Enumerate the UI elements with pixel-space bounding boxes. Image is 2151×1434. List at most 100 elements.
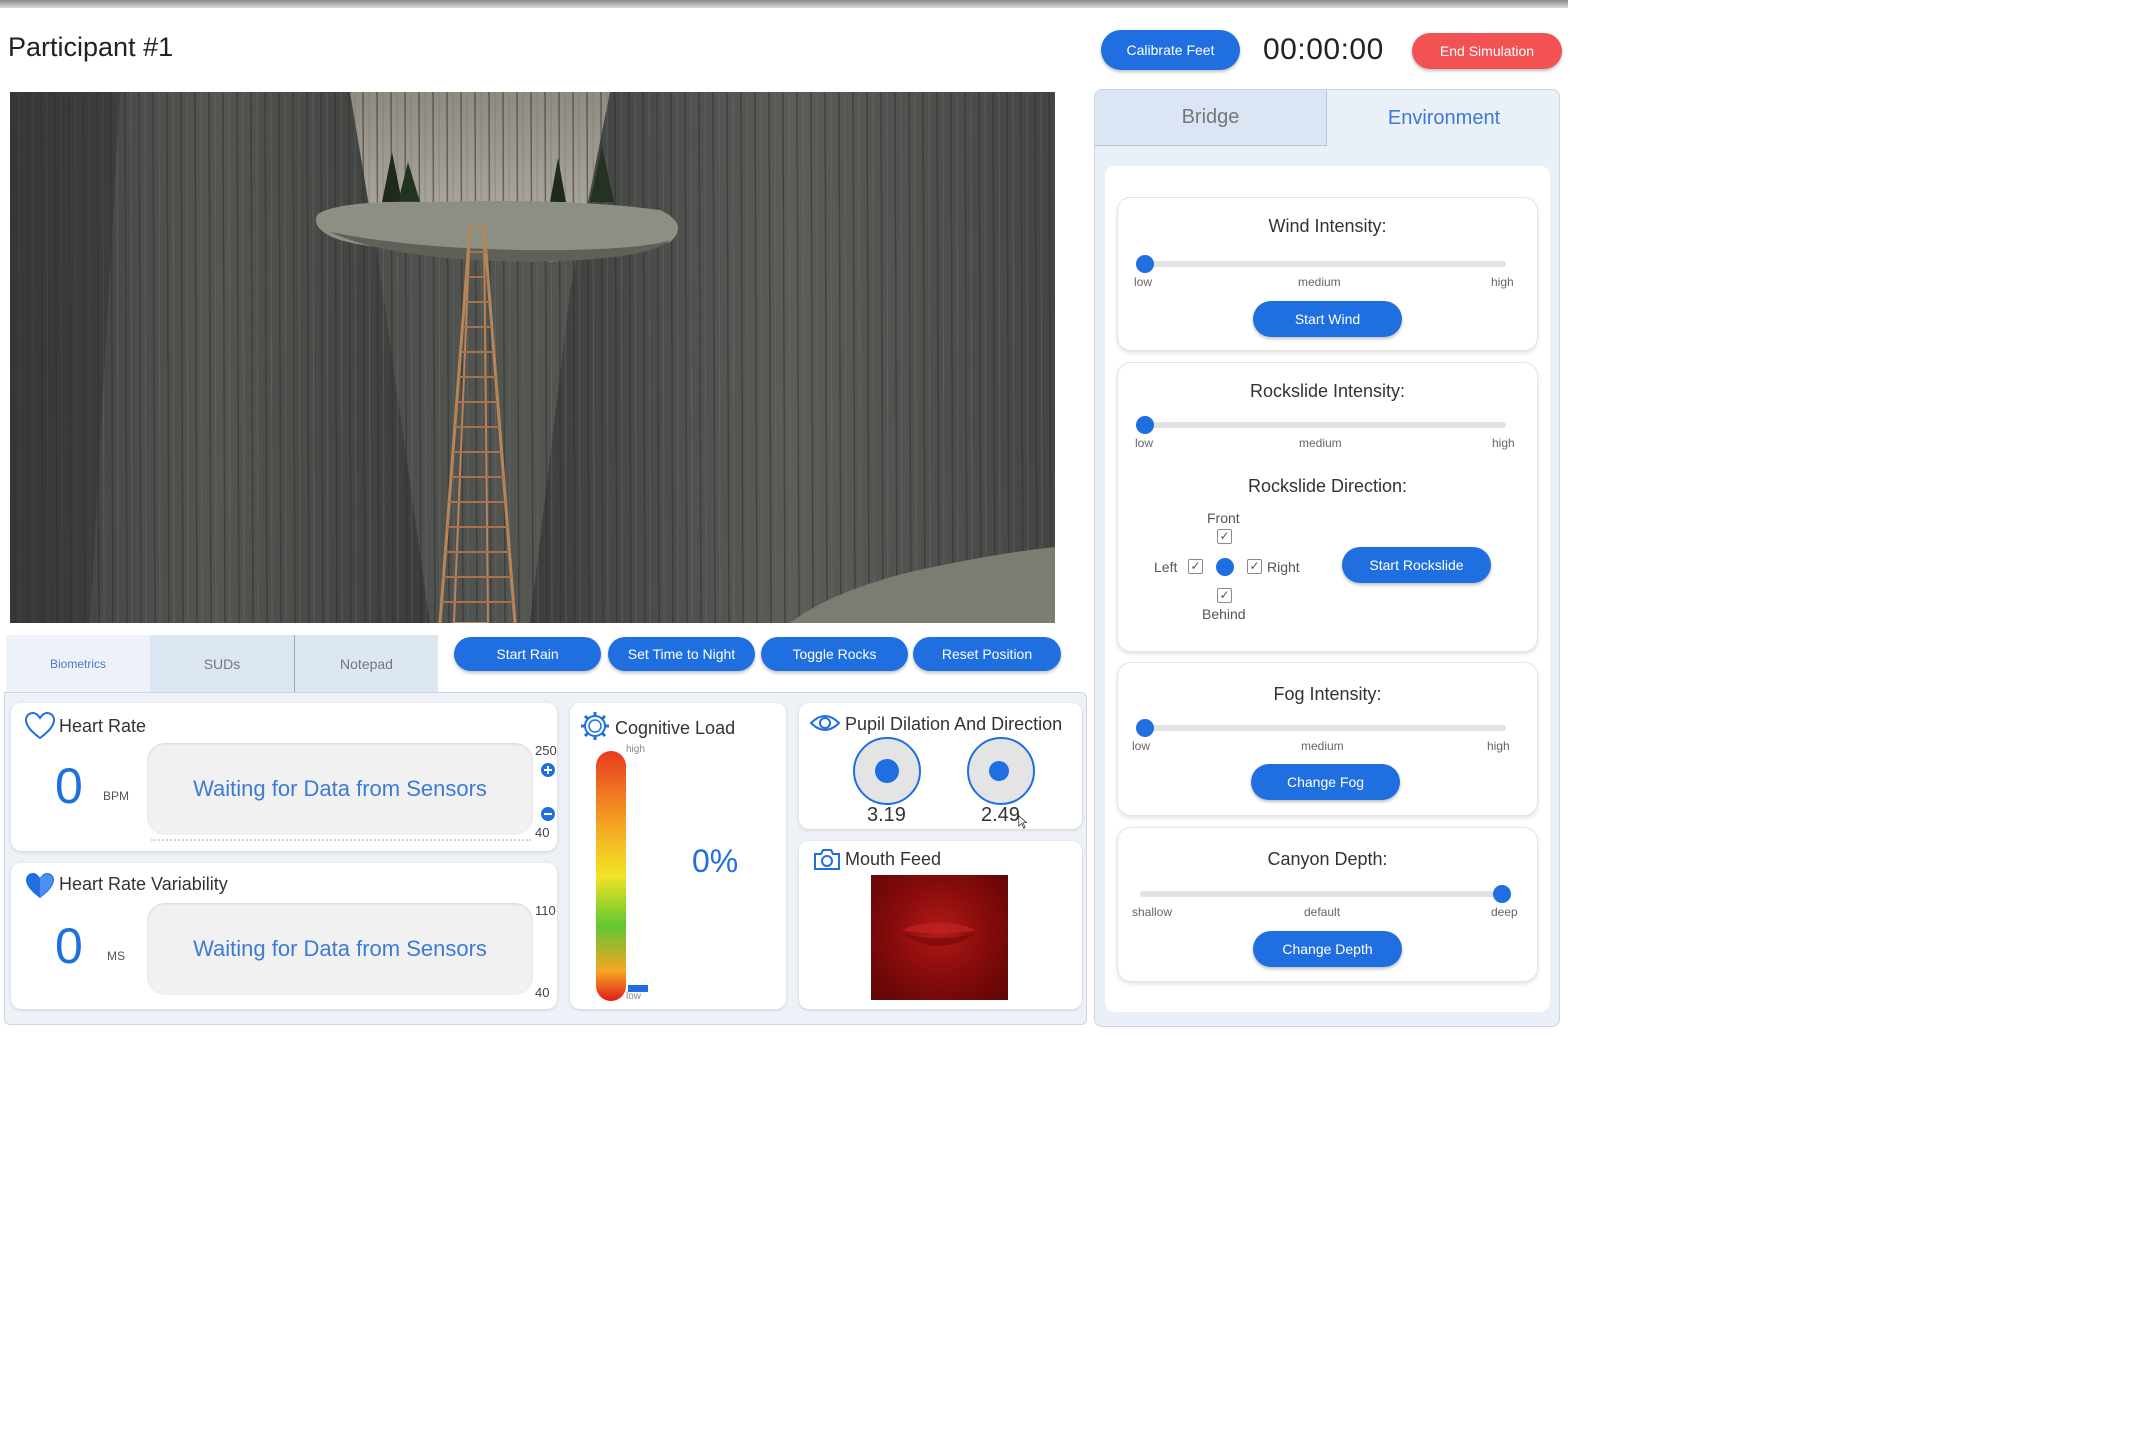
fog-slider-handle[interactable] [1136,719,1154,737]
gear-icon [581,712,609,740]
hrv-max: 110 [535,903,556,918]
depth-label-deep: deep [1491,905,1518,919]
end-simulation-button[interactable]: End Simulation [1412,33,1562,69]
eye-icon [809,715,841,731]
rockslide-card: Rockslide Intensity: low medium high Roc… [1117,362,1538,652]
heart-icon [24,711,56,740]
wind-slider[interactable] [1136,255,1506,273]
wind-title: Wind Intensity: [1268,216,1387,236]
toggle-rocks-button[interactable]: Toggle Rocks [761,637,908,671]
cognitive-low-label: low [626,991,642,1002]
wind-card: Wind Intensity: low medium high Start Wi… [1117,197,1538,351]
cognitive-load-gauge [596,751,626,1001]
direction-behind-checkbox[interactable]: ✓ [1217,588,1232,603]
tab-bridge[interactable]: Bridge [1095,90,1327,146]
camera-icon [814,849,840,870]
rockslide-label-high: high [1492,436,1515,450]
change-depth-button[interactable]: Change Depth [1253,931,1402,967]
hrv-status: Waiting for Data from Sensors [147,903,533,995]
mouth-camera-feed [871,875,1008,1000]
heart-rate-max: 250 [535,743,557,758]
left-pupil-indicator [853,737,921,805]
fog-label-medium: medium [1301,739,1344,753]
wind-label-low: low [1134,275,1153,289]
rockslide-title: Rockslide Intensity: [1249,381,1406,401]
canyon-depth-card: Canyon Depth: shallow default deep Chang… [1117,827,1538,982]
environment-settings: Wind Intensity: low medium high Start Wi… [1105,166,1550,1012]
decrease-min-icon[interactable] [540,806,556,822]
calibrate-feet-button[interactable]: Calibrate Feet [1101,30,1240,70]
rockslide-slider-handle[interactable] [1136,416,1154,434]
heart-rate-title: Heart Rate [59,716,147,736]
mouth-feed-card: Mouth Feed [799,841,1082,1009]
cognitive-load-title: Cognitive Load [615,718,736,738]
canyon-bridge-scene [10,92,1055,623]
rockslide-direction-title: Rockslide Direction: [1247,476,1408,496]
rockslide-label-low: low [1135,436,1154,450]
canyon-depth-title: Canyon Depth: [1267,849,1388,869]
direction-behind-label: Behind [1202,606,1246,622]
heart-variability-icon [26,873,54,898]
heart-rate-unit: BPM [103,789,130,803]
mouth-feed-image [901,922,977,946]
canyon-depth-slider[interactable] [1140,885,1511,903]
cognitive-load-value: 0% [692,843,739,879]
direction-right-checkbox[interactable]: ✓ [1247,559,1262,574]
start-rockslide-button[interactable]: Start Rockslide [1342,547,1491,583]
right-pupil-indicator [967,737,1035,805]
canyon-depth-slider-handle[interactable] [1493,885,1511,903]
cognitive-load-card: Cognitive Load high low 0% [570,703,786,1009]
control-panel: Bridge Environment Wind Intensity: low m… [1094,89,1560,1027]
start-wind-button[interactable]: Start Wind [1253,301,1402,337]
rockslide-slider[interactable] [1136,416,1506,434]
fog-title: Fog Intensity: [1273,684,1382,704]
heart-rate-baseline [151,839,531,841]
heart-rate-value: 0 [55,758,83,814]
rockslide-label-medium: medium [1299,436,1342,450]
set-time-to-night-button[interactable]: Set Time to Night [608,637,755,671]
direction-front-label: Front [1207,510,1240,526]
wind-slider-handle[interactable] [1136,255,1154,273]
hrv-unit: MS [107,949,125,963]
heart-rate-status: Waiting for Data from Sensors [147,743,533,835]
pupil-title: Pupil Dilation And Direction [845,714,1063,734]
bottom-tab-bar: Biometrics SUDs Notepad [6,635,438,693]
hrv-title: Heart Rate Variability [59,874,228,894]
direction-left-checkbox[interactable]: ✓ [1188,559,1203,574]
window-top-edge [0,0,1568,8]
direction-left-label: Left [1154,559,1178,575]
tab-notepad[interactable]: Notepad [295,635,438,693]
biometrics-panel: Heart Rate 0 BPM Waiting for Data from S… [4,692,1087,1025]
right-pupil-value: 2.49 [981,804,1020,826]
depth-label-shallow: shallow [1132,905,1173,919]
hrv-value: 0 [55,918,83,974]
fog-label-high: high [1487,739,1510,753]
mouse-cursor-icon [1018,815,1028,829]
fog-card: Fog Intensity: low medium high Change Fo… [1117,662,1538,816]
player-position-marker [1216,558,1234,576]
tab-biometrics[interactable]: Biometrics [6,635,150,693]
wind-label-medium: medium [1298,275,1341,289]
direction-right-label: Right [1267,559,1300,575]
depth-label-default: default [1304,905,1341,919]
change-fog-button[interactable]: Change Fog [1251,764,1400,800]
participant-title: Participant #1 [8,32,174,62]
cognitive-high-label: high [626,744,645,755]
mouth-feed-title: Mouth Feed [845,849,942,869]
simulation-viewport[interactable] [10,92,1055,623]
hrv-min: 40 [535,985,550,1000]
direction-front-checkbox[interactable]: ✓ [1217,529,1232,544]
pupil-card: Pupil Dilation And Direction 3.19 2.49 [799,703,1082,829]
tab-environment[interactable]: Environment [1327,90,1559,146]
tab-suds[interactable]: SUDs [150,635,295,693]
fog-label-low: low [1132,739,1151,753]
hrv-card: Heart Rate Variability 0 MS Waiting for … [11,863,557,1009]
heart-rate-min: 40 [535,825,550,840]
reset-position-button[interactable]: Reset Position [913,637,1061,671]
start-rain-button[interactable]: Start Rain [454,637,601,671]
fog-slider[interactable] [1136,719,1506,737]
session-timer: 00:00:00 [1263,33,1384,66]
heart-rate-card: Heart Rate 0 BPM Waiting for Data from S… [11,703,557,851]
left-pupil-value: 3.19 [867,804,906,826]
increase-max-icon[interactable] [540,762,556,778]
